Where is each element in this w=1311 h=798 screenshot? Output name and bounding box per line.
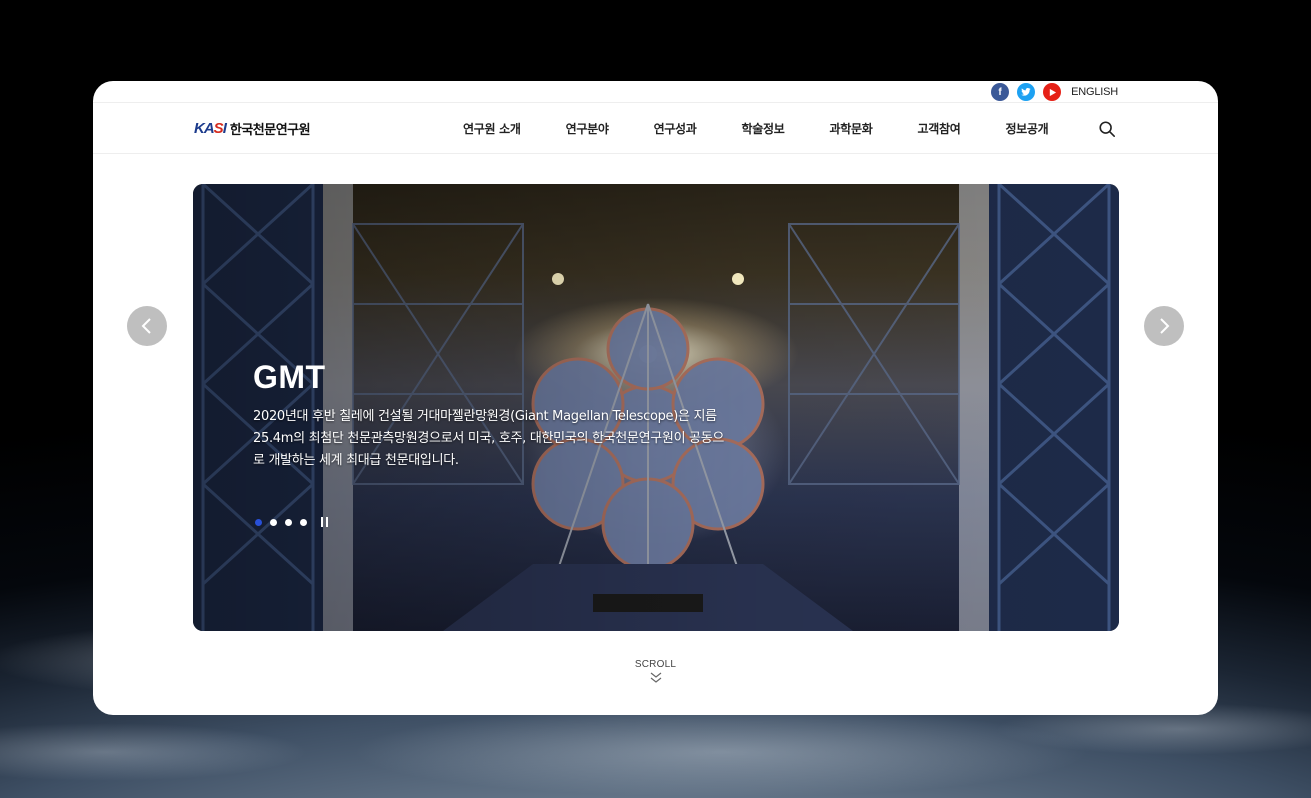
menu-item-academic-info[interactable]: 학술정보: [742, 120, 785, 137]
main-window: f ENGLISH KASI 한국천문연구원 연구원 소개 연구분야 연구성과 …: [93, 81, 1218, 715]
menu-item-research-results[interactable]: 연구성과: [654, 120, 697, 137]
menu-item-research-fields[interactable]: 연구분야: [566, 120, 609, 137]
next-slide-button[interactable]: [1144, 306, 1184, 346]
facebook-icon[interactable]: f: [991, 83, 1010, 101]
hero-title: GMT: [253, 359, 326, 395]
prev-slide-button[interactable]: [127, 306, 167, 346]
slide-dot-3[interactable]: [285, 518, 292, 526]
pause-icon[interactable]: [321, 517, 331, 527]
menu-item-customer[interactable]: 고객참여: [917, 120, 960, 137]
slide-dot-4[interactable]: [300, 518, 307, 526]
double-chevron-down-icon: [650, 672, 661, 683]
menu-item-science-culture[interactable]: 과학문화: [830, 120, 873, 137]
search-icon[interactable]: [1098, 120, 1116, 138]
chevron-right-icon: [1160, 318, 1170, 334]
global-nav: KASI 한국천문연구원 연구원 소개 연구분야 연구성과 학술정보 과학문화 …: [93, 103, 1218, 154]
slide-pagination: [255, 517, 331, 527]
menu-item-about[interactable]: 연구원 소개: [463, 120, 521, 137]
menu-item-information[interactable]: 정보공개: [1005, 120, 1048, 137]
utility-bar: f ENGLISH: [93, 81, 1218, 103]
chevron-left-icon: [141, 318, 151, 334]
hero-description: 2020년대 후반 칠레에 건설될 거대마젤란망원경(Giant Magella…: [253, 409, 725, 468]
twitter-icon[interactable]: [1017, 83, 1036, 101]
hero-slide: GMT 2020년대 후반 칠레에 건설될 거대마젤란망원경(Giant Mag…: [193, 184, 1119, 631]
scroll-label: SCROLL: [634, 659, 677, 670]
main-menu: 연구원 소개 연구분야 연구성과 학술정보 과학문화 고객참여 정보공개: [463, 120, 1049, 137]
slide-dot-1[interactable]: [255, 518, 262, 526]
hero-caption: GMT 2020년대 후반 칠레에 건설될 거대마젤란망원경(Giant Mag…: [253, 359, 733, 472]
english-link[interactable]: ENGLISH: [1071, 86, 1118, 98]
site-logo[interactable]: KASI 한국천문연구원: [194, 119, 311, 138]
slide-dot-2[interactable]: [270, 518, 277, 526]
logo-mark: KASI: [194, 120, 227, 137]
scroll-indicator[interactable]: SCROLL: [93, 659, 1218, 685]
logo-text: 한국천문연구원: [229, 123, 311, 138]
youtube-icon[interactable]: [1043, 83, 1062, 101]
